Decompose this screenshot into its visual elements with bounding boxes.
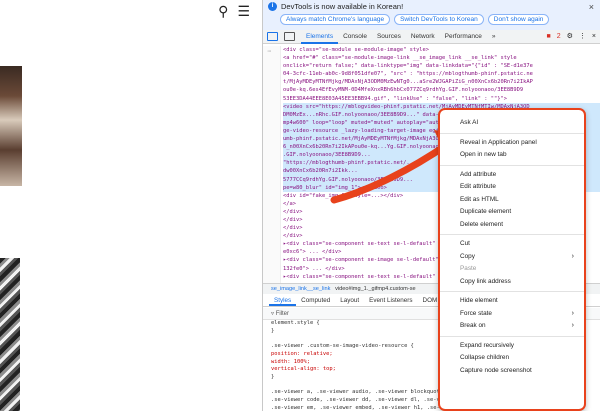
dom-line[interactable]: onclick="return false;" data-linktype="i… [283, 62, 600, 70]
menu-item-label: Ask AI [460, 119, 479, 126]
more-options-icon[interactable]: ⋮ [579, 32, 586, 40]
menu-divider [440, 132, 584, 134]
tab-sources[interactable]: Sources [372, 30, 406, 44]
menu-item-expand-recursively[interactable]: Expand recursively [440, 340, 584, 353]
menu-divider [440, 234, 584, 235]
gear-icon[interactable]: ⚙ [567, 32, 573, 40]
menu-item-open-in-new-tab[interactable]: Open in new tab [440, 149, 584, 162]
tab-computed[interactable]: Computed [296, 294, 335, 306]
menu-item-label: Edit attribute [460, 183, 496, 190]
menu-item-label: Collapse children [460, 354, 510, 361]
blog-photo [0, 258, 20, 411]
devtools-tabbar: Elements Console Sources Network Perform… [263, 30, 600, 44]
dom-line[interactable]: 04-3cfc-11eb-ab0c-9d8f051dfe07", "src" :… [283, 70, 600, 78]
menu-item-label: Copy link address [460, 277, 511, 285]
menu-divider [440, 291, 584, 292]
menu-item-label: Capture node screenshot [460, 366, 532, 374]
tab-console[interactable]: Console [338, 30, 372, 44]
web-page: ⚲ ☰ [0, 0, 262, 411]
dom-line[interactable]: <a href="#" class="se-module-image-link … [283, 54, 600, 62]
menu-item-label: Hide element [460, 297, 498, 304]
menu-item-paste[interactable]: Paste [440, 263, 584, 276]
breadcrumb-item[interactable]: se_image_link__se_link [271, 286, 330, 292]
language-banner: i DevTools is now available in Korean! A… [263, 0, 600, 30]
menu-item-cut[interactable]: Cut [440, 238, 584, 251]
menu-item-ask-ai[interactable]: Ask AI [440, 117, 584, 130]
dom-line[interactable]: 53EE3DA44EEE8E03A45EE3EBB94.gif", "linkU… [283, 95, 600, 103]
chevron-right-icon: › [571, 322, 574, 329]
dom-line[interactable]: <div class="se-module se-module-image" s… [283, 46, 600, 54]
menu-icon[interactable]: ☰ [237, 4, 250, 18]
elements-gutter: ⋯ [263, 46, 281, 283]
menu-item-label: Duplicate element [460, 208, 512, 215]
menu-item-label: Force state [460, 309, 492, 317]
menu-item-label: Reveal in Application panel [460, 138, 537, 146]
menu-item-capture-node-screenshot[interactable]: Capture node screenshot [440, 365, 584, 378]
menu-item-label: Copy [460, 252, 475, 260]
dom-line[interactable]: ou0e-kq.6es4EfEvyMNM-0D4MfeXnxRBh6hbCx07… [283, 86, 600, 94]
menu-item-delete-element[interactable]: Delete element [440, 219, 584, 232]
menu-item-label: Add attribute [460, 170, 497, 178]
menu-item-edit-as-html[interactable]: Edit as HTML [440, 194, 584, 207]
tab-performance[interactable]: Performance [440, 30, 487, 44]
menu-item-copy[interactable]: Copy › [440, 251, 584, 264]
menu-item-force-state[interactable]: Force state › [440, 308, 584, 321]
menu-item-label: Edit as HTML [460, 195, 499, 203]
menu-item-label: Expand recursively [460, 341, 514, 349]
dom-line[interactable]: t/MjAyMDEyMTNfMjkg/MDAxNjA3ODM0MzEwNTg0.… [283, 78, 600, 86]
menu-item-edit-attribute[interactable]: Edit attribute [440, 181, 584, 194]
tab-elements[interactable]: Elements [301, 30, 339, 44]
menu-item-label: Break on [460, 322, 486, 329]
more-tabs-button[interactable]: » [487, 30, 501, 44]
menu-item-break-on[interactable]: Break on › [440, 320, 584, 333]
page-toolbar: ⚲ ☰ [218, 4, 250, 18]
context-menu: Ask AI Reveal in Application panel Open in… [438, 108, 586, 411]
tab-styles[interactable]: Styles [269, 294, 297, 306]
inspect-element-icon[interactable] [267, 32, 278, 41]
search-icon[interactable]: ⚲ [218, 4, 228, 18]
close-icon[interactable]: × [589, 2, 594, 12]
menu-item-reveal-in-application-panel[interactable]: Reveal in Application panel [440, 137, 584, 150]
chevron-right-icon: › [571, 252, 574, 260]
menu-item-add-attribute[interactable]: Add attribute [440, 169, 584, 182]
menu-item-label: Cut [460, 240, 470, 247]
filter-input[interactable]: Filter [276, 311, 289, 317]
menu-divider [440, 335, 584, 337]
menu-divider [440, 164, 584, 166]
device-toolbar-icon[interactable] [284, 32, 295, 41]
tab-event-listeners[interactable]: Event Listeners [364, 294, 417, 306]
breadcrumb-item[interactable]: video#img_1._gifmp4.custom-se [335, 286, 416, 292]
info-icon: i [268, 2, 277, 11]
close-icon[interactable]: × [592, 33, 596, 40]
more-options-icon[interactable]: ⋯ [268, 48, 276, 56]
issues-count[interactable]: 2 [557, 33, 561, 40]
menu-item-duplicate-element[interactable]: Duplicate element [440, 206, 584, 219]
menu-item-label: Paste [460, 265, 477, 272]
dont-show-again-button[interactable]: Don't show again [487, 14, 550, 25]
menu-item-hide-element[interactable]: Hide element [440, 295, 584, 308]
chevron-right-icon: › [571, 309, 574, 317]
issues-icon[interactable]: ■ [546, 33, 550, 40]
switch-korean-button[interactable]: Switch DevTools to Korean [394, 14, 484, 25]
tab-network[interactable]: Network [406, 30, 440, 44]
menu-item-collapse-children[interactable]: Collapse children [440, 352, 584, 365]
menu-item-label: Delete element [460, 220, 503, 228]
banner-message: DevTools is now available in Korean! [281, 2, 404, 11]
menu-item-label: Open in new tab [460, 151, 507, 158]
tab-layout[interactable]: Layout [335, 294, 364, 306]
match-language-button[interactable]: Always match Chrome's language [280, 14, 391, 25]
blog-photo [0, 66, 22, 186]
menu-item-copy-link-address[interactable]: Copy link address [440, 276, 584, 289]
filter-icon: ▿ [271, 311, 275, 317]
